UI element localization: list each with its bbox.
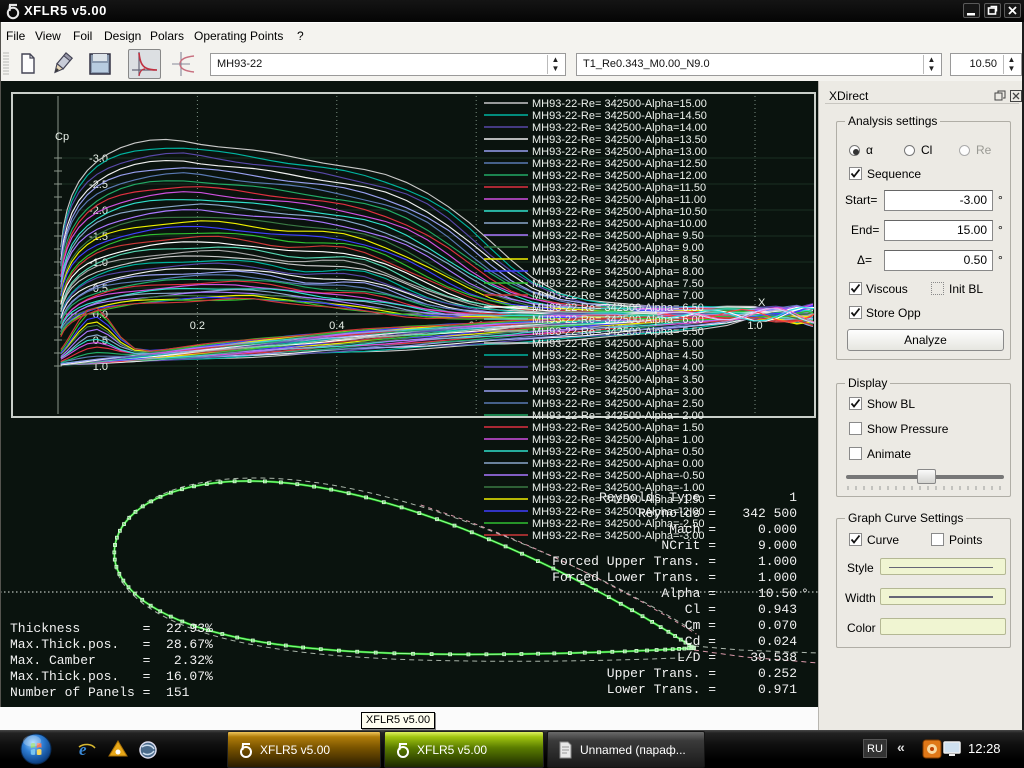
svg-text:MH93-22-Re= 342500-Alpha= 0.50: MH93-22-Re= 342500-Alpha= 0.50 [532, 446, 704, 458]
svg-text:Cd =: Cd = [685, 634, 716, 649]
svg-text:MH93-22-Re= 342500-Alpha= 3.50: MH93-22-Re= 342500-Alpha= 3.50 [532, 374, 704, 386]
svg-text:9.000: 9.000 [758, 538, 797, 553]
svg-text:MH93-22-Re= 342500-Alpha= 7.00: MH93-22-Re= 342500-Alpha= 7.00 [532, 290, 704, 302]
svg-text:10.50: 10.50 [758, 586, 797, 601]
svg-text:-3.0: -3.0 [89, 153, 108, 165]
svg-text:°: ° [801, 586, 809, 601]
svg-text:MH93-22-Re= 342500-Alpha= 4.50: MH93-22-Re= 342500-Alpha= 4.50 [532, 350, 704, 362]
svg-text:0.4: 0.4 [329, 320, 344, 332]
svg-text:MH93-22-Re= 342500-Alpha= 5.00: MH93-22-Re= 342500-Alpha= 5.00 [532, 338, 704, 350]
svg-text:MH93-22-Re= 342500-Alpha=13.50: MH93-22-Re= 342500-Alpha=13.50 [532, 134, 707, 146]
svg-text:MH93-22-Re= 342500-Alpha=-0.50: MH93-22-Re= 342500-Alpha=-0.50 [532, 470, 704, 482]
svg-text:MH93-22-Re= 342500-Alpha= 3.00: MH93-22-Re= 342500-Alpha= 3.00 [532, 386, 704, 398]
svg-text:MH93-22-Re= 342500-Alpha=13.00: MH93-22-Re= 342500-Alpha=13.00 [532, 146, 707, 158]
svg-text:MH93-22-Re= 342500-Alpha=14.00: MH93-22-Re= 342500-Alpha=14.00 [532, 122, 707, 134]
svg-text:MH93-22-Re= 342500-Alpha= 6.50: MH93-22-Re= 342500-Alpha= 6.50 [532, 302, 704, 314]
svg-text:MH93-22-Re= 342500-Alpha= 1.50: MH93-22-Re= 342500-Alpha= 1.50 [532, 422, 704, 434]
svg-text:MH93-22-Re= 342500-Alpha=11.50: MH93-22-Re= 342500-Alpha=11.50 [532, 182, 706, 194]
svg-text:MH93-22-Re= 342500-Alpha=15.00: MH93-22-Re= 342500-Alpha=15.00 [532, 98, 707, 110]
svg-text:MH93-22-Re= 342500-Alpha= 9.50: MH93-22-Re= 342500-Alpha= 9.50 [532, 230, 704, 242]
svg-text:MH93-22-Re= 342500-Alpha=11.00: MH93-22-Re= 342500-Alpha=11.00 [532, 194, 706, 206]
svg-text:Thickness = 22.93%: Thickness = 22.93% [10, 621, 213, 636]
svg-text:L/D =: L/D = [677, 650, 716, 665]
svg-text:MH93-22-Re= 342500-Alpha= 5.50: MH93-22-Re= 342500-Alpha= 5.50 [532, 326, 704, 338]
svg-text:NCrit =: NCrit = [661, 538, 716, 553]
svg-text:1.000: 1.000 [758, 570, 797, 585]
svg-text:MH93-22-Re= 342500-Alpha= 4.00: MH93-22-Re= 342500-Alpha= 4.00 [532, 362, 704, 374]
svg-text:MH93-22-Re= 342500-Alpha=12.50: MH93-22-Re= 342500-Alpha=12.50 [532, 158, 707, 170]
svg-text:Forced Lower Trans. =: Forced Lower Trans. = [552, 570, 716, 585]
svg-text:MH93-22-Re= 342500-Alpha=12.00: MH93-22-Re= 342500-Alpha=12.00 [532, 170, 707, 182]
svg-text:0.070: 0.070 [758, 618, 797, 633]
svg-text:Reynolds Type =: Reynolds Type = [599, 490, 716, 505]
svg-text:MH93-22-Re= 342500-Alpha= 1.00: MH93-22-Re= 342500-Alpha= 1.00 [532, 434, 704, 446]
svg-text:Number of Panels = 151: Number of Panels = 151 [10, 685, 190, 700]
svg-text:1.000: 1.000 [758, 554, 797, 569]
svg-text:MH93-22-Re= 342500-Alpha= 8.50: MH93-22-Re= 342500-Alpha= 8.50 [532, 254, 704, 266]
svg-text:Alpha =: Alpha = [661, 586, 716, 601]
svg-text:Cp: Cp [55, 131, 69, 143]
svg-text:Lower Trans. =: Lower Trans. = [607, 682, 716, 697]
svg-text:0.2: 0.2 [190, 320, 205, 332]
svg-text:Forced Upper Trans. =: Forced Upper Trans. = [552, 554, 716, 569]
svg-text:0.252: 0.252 [758, 666, 797, 681]
svg-text:MH93-22-Re= 342500-Alpha= 0.00: MH93-22-Re= 342500-Alpha= 0.00 [532, 458, 704, 470]
svg-text:Mach =: Mach = [669, 522, 716, 537]
svg-text:0.943: 0.943 [758, 602, 797, 617]
svg-text:MH93-22-Re= 342500-Alpha= 9.00: MH93-22-Re= 342500-Alpha= 9.00 [532, 242, 704, 254]
svg-text:MH93-22-Re= 342500-Alpha= 2.50: MH93-22-Re= 342500-Alpha= 2.50 [532, 398, 704, 410]
svg-text:0.971: 0.971 [758, 682, 797, 697]
svg-text:MH93-22-Re= 342500-Alpha= 8.00: MH93-22-Re= 342500-Alpha= 8.00 [532, 266, 704, 278]
svg-text:39.538: 39.538 [750, 650, 797, 665]
svg-text:Max.Thick.pos. = 28.67%: Max.Thick.pos. = 28.67% [10, 637, 213, 652]
svg-text:MH93-22-Re= 342500-Alpha=14.50: MH93-22-Re= 342500-Alpha=14.50 [532, 110, 707, 122]
svg-text:e: e [79, 740, 87, 759]
svg-text:342 500: 342 500 [742, 506, 797, 521]
svg-text:Max.Thick.pos. = 16.07%: Max.Thick.pos. = 16.07% [10, 669, 213, 684]
svg-text:Cm =: Cm = [685, 618, 716, 633]
svg-text:Reynolds =: Reynolds = [638, 506, 716, 521]
svg-text:Cl =: Cl = [685, 602, 716, 617]
svg-text:0.000: 0.000 [758, 522, 797, 537]
svg-text:MH93-22-Re= 342500-Alpha= 6.00: MH93-22-Re= 342500-Alpha= 6.00 [532, 314, 704, 326]
svg-text:1.0: 1.0 [747, 320, 762, 332]
svg-text:Max. Camber = 2.32%: Max. Camber = 2.32% [10, 653, 213, 668]
svg-text:Upper Trans. =: Upper Trans. = [607, 666, 716, 681]
svg-text:MH93-22-Re= 342500-Alpha=10.50: MH93-22-Re= 342500-Alpha=10.50 [532, 206, 707, 218]
svg-text:1: 1 [789, 490, 797, 505]
svg-text:MH93-22-Re= 342500-Alpha= 2.00: MH93-22-Re= 342500-Alpha= 2.00 [532, 410, 704, 422]
svg-text:MH93-22-Re= 342500-Alpha= 7.50: MH93-22-Re= 342500-Alpha= 7.50 [532, 278, 704, 290]
svg-text:0.024: 0.024 [758, 634, 797, 649]
svg-text:MH93-22-Re= 342500-Alpha=10.00: MH93-22-Re= 342500-Alpha=10.00 [532, 218, 707, 230]
